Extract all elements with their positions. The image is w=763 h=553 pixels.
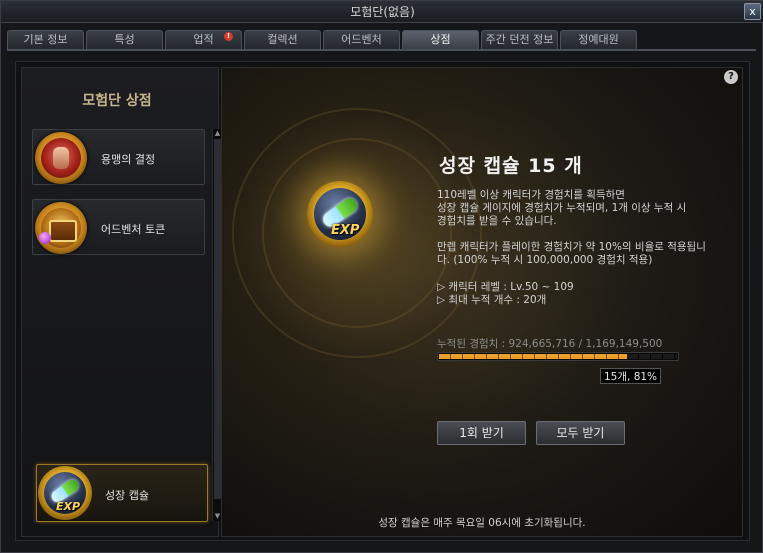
capsule-count-tag: 15개, 81%: [600, 368, 662, 384]
close-button[interactable]: x: [744, 3, 761, 20]
shop-item-valor-crystal[interactable]: 용맹의 결정: [32, 129, 205, 185]
alert-badge-icon: !: [224, 32, 233, 41]
help-icon[interactable]: ?: [724, 70, 738, 84]
exp-progress-bar: [437, 352, 679, 361]
scrollbar-thumb[interactable]: [214, 139, 221, 499]
reset-notice: 성장 캡슐은 매주 목요일 06시에 초기화됩니다.: [378, 517, 586, 529]
window-title: 모험단(없음): [350, 5, 415, 19]
tab-basic-info[interactable]: 기본 정보: [7, 30, 84, 49]
treasure-chest-icon: [35, 202, 87, 254]
receive-all-button[interactable]: 모두 받기: [536, 421, 625, 445]
item-title: 성장 캡슐 15 개: [439, 155, 583, 177]
tab-bar: 기본 정보 특성 업적! 컬렉션 어드벤처 상점 주간 던전 정보 정예대원: [7, 30, 637, 49]
shop-item-growth-capsule[interactable]: EXP 성장 캡슐: [36, 464, 208, 522]
tab-traits[interactable]: 특성: [86, 30, 163, 49]
exp-progress-remaining: [627, 354, 677, 359]
tab-collection[interactable]: 컬렉션: [244, 30, 321, 49]
tab-divider: [7, 49, 756, 51]
shop-item-adventure-token[interactable]: 어드벤처 토큰: [32, 199, 205, 255]
fist-icon: [35, 132, 87, 184]
shop-item-label: 성장 캡슐: [105, 489, 149, 502]
sidebar-scrollbar[interactable]: ▲ ▼: [212, 129, 221, 521]
tab-shop[interactable]: 상점: [402, 30, 479, 49]
sidebar-title: 모험단 상점: [82, 93, 152, 109]
tab-elite-members[interactable]: 정예대원: [560, 30, 637, 49]
tab-achievements[interactable]: 업적!: [165, 30, 242, 49]
tab-adventure[interactable]: 어드벤처: [323, 30, 400, 49]
description-line: 성장 캡슐 게이지에 경험치가 누적되며, 1개 이상 누적 시: [437, 202, 687, 214]
description-line: 110레벨 이상 캐릭터가 경험치를 획득하면: [437, 189, 625, 201]
receive-one-button[interactable]: 1회 받기: [437, 421, 526, 445]
exp-capsule-icon: EXP: [38, 466, 92, 520]
accumulated-exp-label: 누적된 경험치 : 924,665,716 / 1,169,149,500: [437, 338, 663, 350]
detail-level-range: ▷ 캐릭터 레벨 : Lv.50 ~ 109: [437, 281, 574, 293]
description-line: 경험치를 받을 수 있습니다.: [437, 215, 557, 227]
shop-item-label: 용맹의 결정: [101, 153, 156, 166]
exp-progress-fill: [439, 354, 629, 359]
description-line: 다. (100% 누적 시 100,000,000 경험치 적용): [437, 254, 653, 266]
adventure-group-window: 모험단(없음) x 기본 정보 특성 업적! 컬렉션 어드벤처 상점 주간 던전…: [0, 0, 763, 553]
tab-weekly-dungeon[interactable]: 주간 던전 정보: [481, 30, 558, 49]
shop-sidebar: 모험단 상점 용맹의 결정 어드벤처 토큰 ▲ ▼ EXP 성장 캡슐: [21, 67, 221, 537]
detail-max-count: ▷ 최대 누적 개수 : 20개: [437, 294, 547, 306]
window-titlebar: 모험단(없음) x: [1, 1, 763, 23]
description-line: 만렙 캐릭터가 플레이한 경험치가 약 10%의 비율로 적용됩니: [437, 241, 706, 253]
exp-capsule-icon: EXP: [307, 181, 373, 247]
shop-item-label: 어드벤처 토큰: [101, 223, 166, 236]
